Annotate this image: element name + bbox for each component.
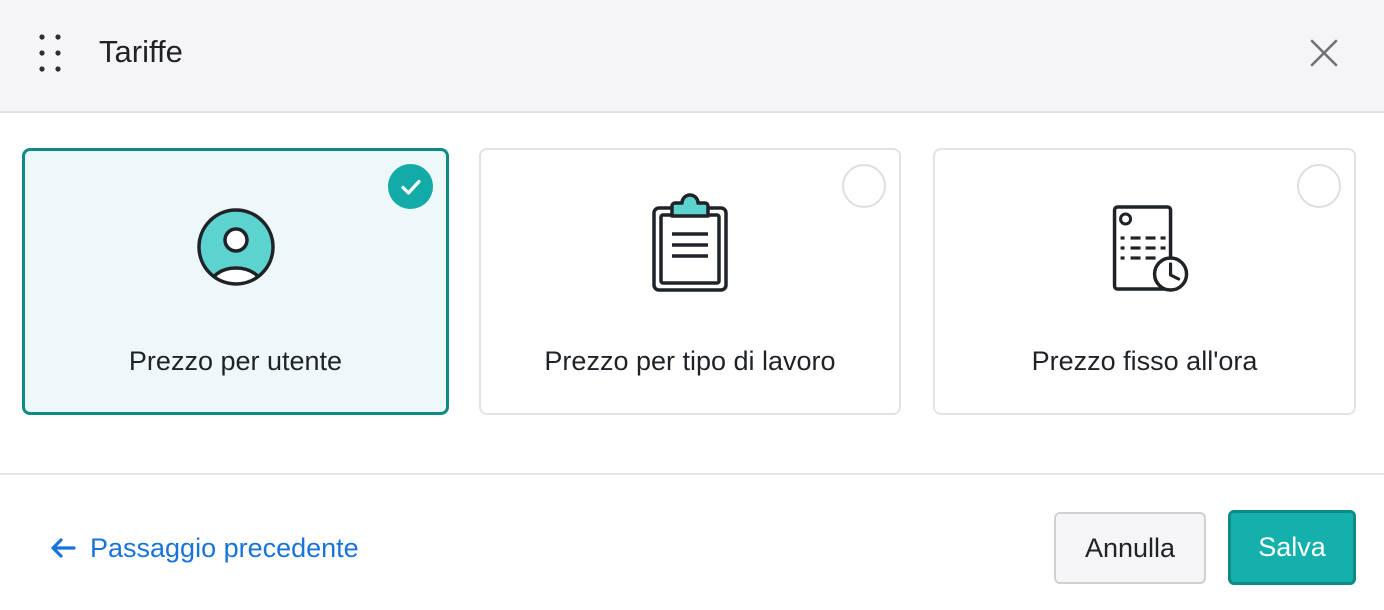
option-label: Prezzo fisso all'ora <box>1031 346 1258 376</box>
document-clock-icon <box>1110 204 1192 296</box>
cancel-button[interactable]: Annulla <box>1054 512 1206 584</box>
user-avatar-icon <box>195 206 277 288</box>
dialog-header: Tariffe <box>0 0 1384 113</box>
previous-step-label: Passaggio precedente <box>90 532 359 563</box>
arrow-left-icon <box>51 538 76 558</box>
radio-button[interactable] <box>842 164 886 208</box>
footer-divider <box>0 473 1384 475</box>
drag-handle-icon[interactable] <box>36 31 64 75</box>
save-button[interactable]: Salva <box>1228 510 1356 585</box>
selected-check-icon <box>388 164 433 209</box>
previous-step-link[interactable]: Passaggio precedente <box>50 530 359 566</box>
dialog-title: Tariffe <box>99 34 183 69</box>
option-price-per-job-type[interactable]: Prezzo per tipo di lavoro <box>479 148 901 415</box>
close-button[interactable] <box>1300 29 1348 77</box>
option-fixed-hourly-price[interactable]: Prezzo fisso all'ora <box>933 148 1356 415</box>
tariffe-dialog: Tariffe Prezzo per utente Prezzo per tip… <box>0 0 1384 610</box>
option-price-per-user[interactable]: Prezzo per utente <box>22 148 449 415</box>
radio-button[interactable] <box>1297 164 1341 208</box>
option-label: Prezzo per utente <box>128 346 343 376</box>
option-label: Prezzo per tipo di lavoro <box>544 346 836 376</box>
clipboard-icon <box>650 190 730 294</box>
close-icon <box>1310 39 1338 67</box>
